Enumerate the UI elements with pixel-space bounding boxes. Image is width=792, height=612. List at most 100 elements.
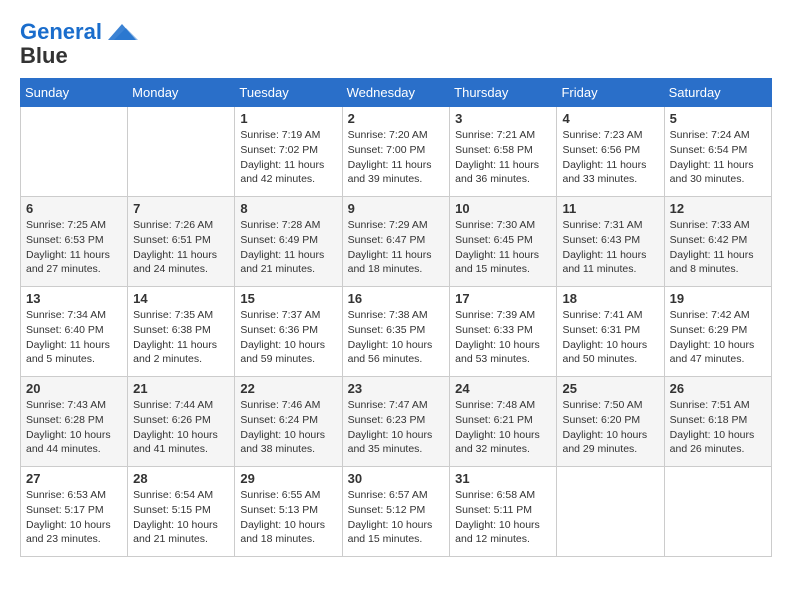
day-number: 8	[240, 201, 336, 216]
day-number: 7	[133, 201, 229, 216]
calendar-day-cell: 23 Sunrise: 7:47 AM Sunset: 6:23 PM Dayli…	[342, 377, 450, 467]
logo: General Blue	[20, 20, 140, 68]
calendar-day-cell: 19 Sunrise: 7:42 AM Sunset: 6:29 PM Dayli…	[664, 287, 771, 377]
day-info-text: Sunrise: 7:24 AM Sunset: 6:54 PM Dayligh…	[670, 128, 766, 187]
calendar-day-cell: 2Sunrise: 7:20 AM Sunset: 7:00 PM Daylig…	[342, 107, 450, 197]
day-number: 5	[670, 111, 766, 126]
day-number: 27	[26, 471, 122, 486]
logo-icon	[104, 22, 140, 42]
calendar-day-cell: 24 Sunrise: 7:48 AM Sunset: 6:21 PM Dayli…	[450, 377, 557, 467]
day-number: 21	[133, 381, 229, 396]
day-info-text: Sunrise: 6:58 AM Sunset: 5:11 PM Dayligh…	[455, 488, 551, 547]
day-number: 22	[240, 381, 336, 396]
day-info-text: Sunrise: 7:48 AM Sunset: 6:21 PM Dayligh…	[455, 398, 551, 457]
day-number: 11	[562, 201, 658, 216]
day-info-text: Sunrise: 7:41 AM Sunset: 6:31 PM Dayligh…	[562, 308, 658, 367]
day-number: 13	[26, 291, 122, 306]
calendar-week-row: 1 Sunrise: 7:19 AM Sunset: 7:02 PM Daylig…	[21, 107, 772, 197]
calendar-week-row: 6Sunrise: 7:25 AM Sunset: 6:53 PM Daylig…	[21, 197, 772, 287]
day-number: 24	[455, 381, 551, 396]
calendar-day-cell: 10 Sunrise: 7:30 AM Sunset: 6:45 PM Dayli…	[450, 197, 557, 287]
day-number: 3	[455, 111, 551, 126]
calendar-day-cell: 22 Sunrise: 7:46 AM Sunset: 6:24 PM Dayli…	[235, 377, 342, 467]
calendar-day-cell: 8 Sunrise: 7:28 AM Sunset: 6:49 PM Daylig…	[235, 197, 342, 287]
day-info-text: Sunrise: 7:35 AM Sunset: 6:38 PM Dayligh…	[133, 308, 229, 367]
day-number: 6	[26, 201, 122, 216]
calendar-day-cell: 29 Sunrise: 6:55 AM Sunset: 5:13 PM Dayli…	[235, 467, 342, 557]
day-info-text: Sunrise: 7:38 AM Sunset: 6:35 PM Dayligh…	[348, 308, 445, 367]
col-header-tuesday: Tuesday	[235, 79, 342, 107]
day-number: 23	[348, 381, 445, 396]
day-number: 26	[670, 381, 766, 396]
day-info-text: Sunrise: 7:21 AM Sunset: 6:58 PM Dayligh…	[455, 128, 551, 187]
calendar-day-cell: 7 Sunrise: 7:26 AM Sunset: 6:51 PM Daylig…	[128, 197, 235, 287]
calendar-day-cell: 21 Sunrise: 7:44 AM Sunset: 6:26 PM Dayli…	[128, 377, 235, 467]
col-header-wednesday: Wednesday	[342, 79, 450, 107]
day-info-text: Sunrise: 7:28 AM Sunset: 6:49 PM Dayligh…	[240, 218, 336, 277]
day-number: 28	[133, 471, 229, 486]
calendar-day-cell: 31 Sunrise: 6:58 AM Sunset: 5:11 PM Dayli…	[450, 467, 557, 557]
calendar-day-cell: 6Sunrise: 7:25 AM Sunset: 6:53 PM Daylig…	[21, 197, 128, 287]
day-number: 1	[240, 111, 336, 126]
day-number: 30	[348, 471, 445, 486]
day-number: 15	[240, 291, 336, 306]
day-number: 20	[26, 381, 122, 396]
day-info-text: Sunrise: 7:50 AM Sunset: 6:20 PM Dayligh…	[562, 398, 658, 457]
col-header-monday: Monday	[128, 79, 235, 107]
day-info-text: Sunrise: 7:43 AM Sunset: 6:28 PM Dayligh…	[26, 398, 122, 457]
day-info-text: Sunrise: 6:53 AM Sunset: 5:17 PM Dayligh…	[26, 488, 122, 547]
day-info-text: Sunrise: 7:23 AM Sunset: 6:56 PM Dayligh…	[562, 128, 658, 187]
day-info-text: Sunrise: 7:47 AM Sunset: 6:23 PM Dayligh…	[348, 398, 445, 457]
calendar-day-cell: 16 Sunrise: 7:38 AM Sunset: 6:35 PM Dayli…	[342, 287, 450, 377]
calendar-week-row: 20 Sunrise: 7:43 AM Sunset: 6:28 PM Dayli…	[21, 377, 772, 467]
calendar-day-cell: 11 Sunrise: 7:31 AM Sunset: 6:43 PM Dayli…	[557, 197, 664, 287]
day-number: 31	[455, 471, 551, 486]
day-number: 29	[240, 471, 336, 486]
col-header-thursday: Thursday	[450, 79, 557, 107]
col-header-sunday: Sunday	[21, 79, 128, 107]
day-info-text: Sunrise: 7:51 AM Sunset: 6:18 PM Dayligh…	[670, 398, 766, 457]
page-header: General Blue	[20, 20, 772, 68]
calendar-empty-cell	[21, 107, 128, 197]
day-info-text: Sunrise: 7:30 AM Sunset: 6:45 PM Dayligh…	[455, 218, 551, 277]
logo-text: General	[20, 20, 102, 44]
day-info-text: Sunrise: 7:26 AM Sunset: 6:51 PM Dayligh…	[133, 218, 229, 277]
col-header-friday: Friday	[557, 79, 664, 107]
calendar-day-cell: 28Sunrise: 6:54 AM Sunset: 5:15 PM Dayli…	[128, 467, 235, 557]
col-header-saturday: Saturday	[664, 79, 771, 107]
day-info-text: Sunrise: 7:46 AM Sunset: 6:24 PM Dayligh…	[240, 398, 336, 457]
day-number: 18	[562, 291, 658, 306]
day-number: 10	[455, 201, 551, 216]
day-info-text: Sunrise: 7:42 AM Sunset: 6:29 PM Dayligh…	[670, 308, 766, 367]
calendar-day-cell: 12 Sunrise: 7:33 AM Sunset: 6:42 PM Dayli…	[664, 197, 771, 287]
day-number: 17	[455, 291, 551, 306]
calendar-day-cell: 15 Sunrise: 7:37 AM Sunset: 6:36 PM Dayli…	[235, 287, 342, 377]
day-number: 9	[348, 201, 445, 216]
logo-blue: Blue	[20, 44, 68, 68]
day-info-text: Sunrise: 7:33 AM Sunset: 6:42 PM Dayligh…	[670, 218, 766, 277]
calendar-day-cell: 13Sunrise: 7:34 AM Sunset: 6:40 PM Dayli…	[21, 287, 128, 377]
day-number: 4	[562, 111, 658, 126]
calendar-day-cell: 1 Sunrise: 7:19 AM Sunset: 7:02 PM Daylig…	[235, 107, 342, 197]
day-info-text: Sunrise: 7:37 AM Sunset: 6:36 PM Dayligh…	[240, 308, 336, 367]
calendar-day-cell: 14Sunrise: 7:35 AM Sunset: 6:38 PM Dayli…	[128, 287, 235, 377]
calendar-day-cell: 4 Sunrise: 7:23 AM Sunset: 6:56 PM Daylig…	[557, 107, 664, 197]
calendar-day-cell: 27 Sunrise: 6:53 AM Sunset: 5:17 PM Dayli…	[21, 467, 128, 557]
calendar-day-cell: 30Sunrise: 6:57 AM Sunset: 5:12 PM Dayli…	[342, 467, 450, 557]
day-info-text: Sunrise: 7:31 AM Sunset: 6:43 PM Dayligh…	[562, 218, 658, 277]
calendar-week-row: 13Sunrise: 7:34 AM Sunset: 6:40 PM Dayli…	[21, 287, 772, 377]
day-info-text: Sunrise: 7:44 AM Sunset: 6:26 PM Dayligh…	[133, 398, 229, 457]
day-info-text: Sunrise: 7:20 AM Sunset: 7:00 PM Dayligh…	[348, 128, 445, 187]
calendar-empty-cell	[128, 107, 235, 197]
day-number: 16	[348, 291, 445, 306]
calendar-day-cell: 20 Sunrise: 7:43 AM Sunset: 6:28 PM Dayli…	[21, 377, 128, 467]
calendar-day-cell: 9 Sunrise: 7:29 AM Sunset: 6:47 PM Daylig…	[342, 197, 450, 287]
calendar-day-cell: 25Sunrise: 7:50 AM Sunset: 6:20 PM Dayli…	[557, 377, 664, 467]
day-number: 19	[670, 291, 766, 306]
calendar-empty-cell	[557, 467, 664, 557]
day-number: 12	[670, 201, 766, 216]
day-info-text: Sunrise: 7:19 AM Sunset: 7:02 PM Dayligh…	[240, 128, 336, 187]
day-info-text: Sunrise: 6:55 AM Sunset: 5:13 PM Dayligh…	[240, 488, 336, 547]
calendar-header-row: SundayMondayTuesdayWednesdayThursdayFrid…	[21, 79, 772, 107]
day-info-text: Sunrise: 7:29 AM Sunset: 6:47 PM Dayligh…	[348, 218, 445, 277]
